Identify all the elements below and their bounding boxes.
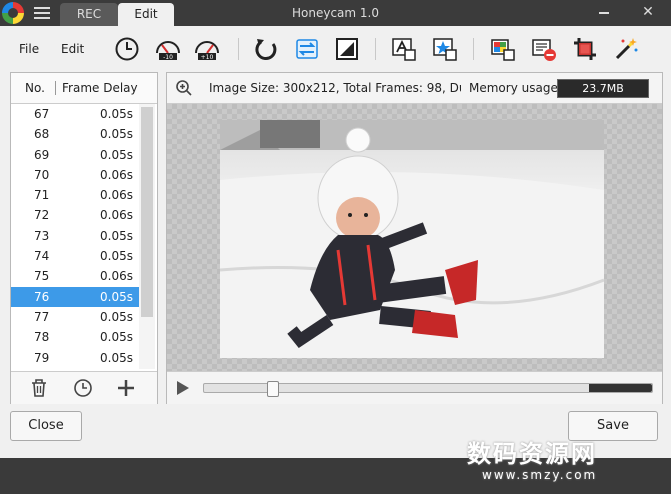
frame-list-header: No. Frame Delay — [11, 73, 157, 104]
frame-row[interactable]: 75 0.06s — [11, 266, 139, 286]
menu-edit[interactable]: Edit — [61, 42, 84, 56]
timeline-handle[interactable] — [267, 381, 280, 397]
swap-icon[interactable] — [294, 36, 320, 62]
frame-row[interactable]: 68 0.05s — [11, 124, 139, 144]
zoom-icon[interactable] — [175, 79, 193, 97]
frame-number: 77 — [34, 309, 50, 324]
frame-row[interactable]: 69 0.05s — [11, 145, 139, 165]
frame-list-scrollbar[interactable] — [139, 104, 155, 369]
magic-wand-icon[interactable] — [613, 36, 639, 62]
frame-number: 72 — [34, 208, 50, 223]
frame-number: 76 — [34, 289, 50, 304]
frame-number: 68 — [34, 127, 50, 142]
column-header-no[interactable]: No. — [25, 81, 45, 95]
speed-up-label: +10 — [201, 54, 214, 61]
frame-number: 75 — [34, 269, 50, 284]
app-window: REC Edit Honeycam 1.0 ✕ File Edit -10 +1… — [0, 0, 671, 482]
frame-delay: 0.05s — [100, 309, 133, 324]
frame-delay: 0.06s — [100, 208, 133, 223]
frame-number: 71 — [34, 188, 50, 203]
frame-icon[interactable] — [334, 36, 360, 62]
frame-number: 73 — [34, 228, 50, 243]
timeline-slider[interactable] — [203, 381, 653, 397]
scroll-thumb[interactable] — [141, 107, 153, 317]
speed-down-icon[interactable]: -10 — [155, 36, 181, 62]
frame-photo-drawing — [220, 120, 604, 358]
trash-icon[interactable] — [28, 377, 50, 399]
frame-number: 74 — [34, 249, 50, 264]
remove-frame-icon[interactable] — [531, 36, 557, 62]
text-icon[interactable] — [391, 36, 417, 62]
frame-row[interactable]: 77 0.05s — [11, 307, 139, 327]
frame-row[interactable]: 71 0.06s — [11, 185, 139, 205]
memory-usage-label: Memory usage: — [469, 81, 562, 95]
memory-usage-value: 23.7MB — [557, 79, 649, 98]
column-divider — [55, 81, 56, 95]
frame-delay: 0.05s — [100, 249, 133, 264]
edit-toolbar: File Edit -10 +10 — [0, 26, 671, 70]
watermark-url: www.smzy.com — [482, 468, 598, 482]
frame-number: 69 — [34, 147, 50, 162]
frame-row[interactable]: 72 0.06s — [11, 205, 139, 225]
honeycam-logo-icon[interactable] — [2, 2, 24, 24]
info-bar: Image Size: 300x212, Total Frames: 98, D… — [167, 73, 662, 104]
frame-row[interactable]: 79 0.05s — [11, 348, 139, 368]
title-bar: REC Edit Honeycam 1.0 ✕ — [0, 0, 671, 26]
crop-icon[interactable] — [572, 36, 598, 62]
frame-delay: 0.05s — [100, 330, 133, 345]
clock-icon[interactable] — [72, 377, 94, 399]
frame-number: 78 — [34, 330, 50, 345]
menu-file[interactable]: File — [19, 42, 39, 56]
effect-icon[interactable] — [490, 36, 516, 62]
close-window-icon[interactable]: ✕ — [636, 3, 660, 21]
frame-row[interactable]: 74 0.05s — [11, 246, 139, 266]
hamburger-menu-icon[interactable] — [34, 5, 50, 21]
frame-list-panel: No. Frame Delay 67 0.05s 68 0.05s 69 0.05s 70 0… — [10, 72, 158, 404]
frame-row[interactable]: 67 0.05s — [11, 104, 139, 124]
preview-canvas: 数码资源网 www.smzy.com — [167, 104, 662, 482]
close-button[interactable]: Close — [10, 411, 82, 441]
tab-rec[interactable]: REC — [60, 3, 118, 26]
frame-list: 67 0.05s 68 0.05s 69 0.05s 70 0.06s 71 0.06s 72 0.0… — [11, 104, 139, 368]
frame-row[interactable]: 78 0.05s — [11, 327, 139, 347]
frame-delay: 0.06s — [100, 269, 133, 284]
image-info-text: Image Size: 300x212, Total Frames: 98, D… — [209, 81, 461, 95]
frame-number: 70 — [34, 167, 50, 182]
gif-frame-image — [220, 120, 604, 358]
reverse-icon[interactable] — [253, 36, 279, 62]
sticker-icon[interactable] — [432, 36, 458, 62]
toolbar-divider — [238, 38, 239, 60]
frame-row[interactable]: 73 0.05s — [11, 226, 139, 246]
frame-delay: 0.05s — [100, 147, 133, 162]
frame-row[interactable]: 70 0.06s — [11, 165, 139, 185]
frame-delay: 0.05s — [100, 107, 133, 121]
frame-delay: 0.05s — [100, 350, 133, 365]
tab-edit[interactable]: Edit — [118, 3, 174, 26]
timeline-progress — [589, 384, 652, 392]
play-icon[interactable] — [177, 381, 189, 395]
frame-list-footer — [11, 371, 157, 404]
frame-delay: 0.05s — [100, 289, 133, 304]
speed-down-label: -10 — [163, 54, 173, 61]
save-button[interactable]: Save — [568, 411, 658, 441]
add-icon[interactable] — [115, 377, 137, 399]
frame-delay: 0.05s — [100, 228, 133, 243]
speed-up-icon[interactable]: +10 — [194, 36, 220, 62]
playback-bar — [167, 371, 662, 404]
toolbar-divider — [473, 38, 474, 60]
frame-row[interactable]: 76 0.05s — [11, 286, 139, 307]
frame-delay: 0.06s — [100, 167, 133, 182]
toolbar-divider — [375, 38, 376, 60]
frame-number: 79 — [34, 350, 50, 365]
clock-icon[interactable] — [114, 36, 140, 62]
watermark: 数码资源网 www.smzy.com — [387, 434, 647, 494]
column-header-frame-delay[interactable]: Frame Delay — [62, 81, 138, 95]
frame-number: 67 — [34, 107, 50, 121]
minimize-icon[interactable] — [592, 3, 616, 21]
frame-delay: 0.05s — [100, 127, 133, 142]
preview-panel: Image Size: 300x212, Total Frames: 98, D… — [166, 72, 663, 482]
frame-delay: 0.06s — [100, 188, 133, 203]
